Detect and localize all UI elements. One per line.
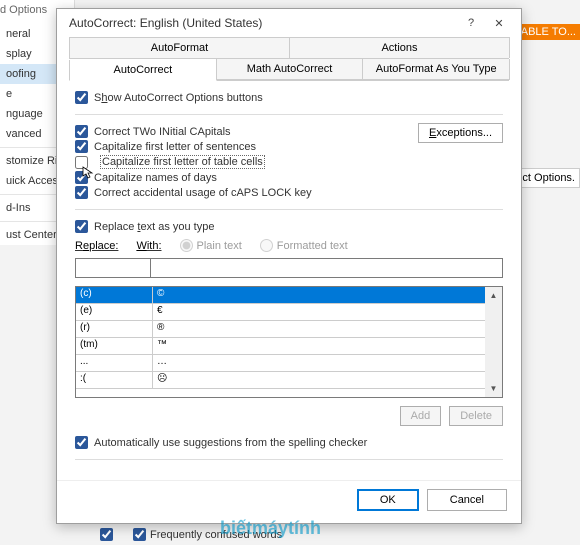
cursor-icon bbox=[82, 166, 94, 180]
dialog-content: Show AutoCorrect Options buttons Correct… bbox=[57, 81, 521, 480]
watermark: biếtmáytính bbox=[220, 518, 321, 539]
tab-autoformat[interactable]: AutoFormat bbox=[69, 37, 290, 58]
plain-text-radio[interactable]: Plain text bbox=[180, 239, 242, 252]
with-label: With: bbox=[136, 240, 161, 252]
replace-input[interactable] bbox=[75, 258, 151, 278]
dialog-buttons: OK Cancel bbox=[57, 480, 521, 523]
tab-actions[interactable]: Actions bbox=[289, 37, 510, 58]
capitalize-sentence-checkbox[interactable]: Capitalize first letter of sentences bbox=[75, 140, 312, 153]
tab-math-autocorrect[interactable]: Math AutoCorrect bbox=[216, 59, 364, 80]
help-icon[interactable]: ? bbox=[457, 12, 485, 34]
correct-two-caps-checkbox[interactable]: Correct TWo INitial CApitals bbox=[75, 125, 312, 138]
scroll-down-icon[interactable]: ▼ bbox=[485, 380, 502, 397]
list-row: :(☹ bbox=[76, 372, 485, 389]
scrollbar[interactable]: ▲ ▼ bbox=[485, 287, 502, 397]
list-row: ...… bbox=[76, 355, 485, 372]
bg-checkbox[interactable] bbox=[100, 528, 113, 541]
list-row: (r)® bbox=[76, 321, 485, 338]
autocorrect-list: (c)© (e)€ (r)® (tm)™ ...… :(☹ ▲ ▼ bbox=[75, 286, 503, 398]
autocorrect-dialog: AutoCorrect: English (United States) ? ✕… bbox=[56, 8, 522, 524]
list-row: (tm)™ bbox=[76, 338, 485, 355]
caps-lock-checkbox[interactable]: Correct accidental usage of cAPS LOCK ke… bbox=[75, 186, 312, 199]
replace-with-row: Replace: With: Plain text Formatted text bbox=[75, 239, 503, 252]
with-input[interactable] bbox=[150, 258, 503, 278]
add-button[interactable]: Add bbox=[400, 406, 442, 426]
auto-suggestions-checkbox[interactable]: Automatically use suggestions from the s… bbox=[75, 436, 503, 449]
list-row: (c)© bbox=[76, 287, 485, 304]
tab-row-upper: AutoFormat Actions bbox=[69, 37, 509, 59]
capitalize-days-checkbox[interactable]: Capitalize names of days bbox=[75, 171, 312, 184]
dialog-title: AutoCorrect: English (United States) bbox=[69, 16, 457, 30]
cancel-button[interactable]: Cancel bbox=[427, 489, 507, 511]
exceptions-button[interactable]: Exceptions... bbox=[418, 123, 503, 143]
formatted-text-radio[interactable]: Formatted text bbox=[260, 239, 348, 252]
replace-label: Replace: bbox=[75, 240, 118, 252]
delete-button[interactable]: Delete bbox=[449, 406, 503, 426]
ok-button[interactable]: OK bbox=[357, 489, 419, 511]
close-icon[interactable]: ✕ bbox=[485, 12, 513, 34]
scroll-up-icon[interactable]: ▲ bbox=[485, 287, 502, 304]
tab-autocorrect[interactable]: AutoCorrect bbox=[69, 60, 217, 81]
capitalize-table-checkbox[interactable]: Capitalize first letter of table cells bbox=[75, 155, 312, 169]
titlebar: AutoCorrect: English (United States) ? ✕ bbox=[57, 9, 521, 37]
replace-inputs bbox=[75, 258, 503, 278]
tab-row-lower: AutoCorrect Math AutoCorrect AutoFormat … bbox=[69, 59, 509, 81]
list-body[interactable]: (c)© (e)€ (r)® (tm)™ ...… :(☹ bbox=[76, 287, 485, 397]
replace-text-checkbox[interactable]: Replace text as you type bbox=[75, 220, 503, 233]
show-options-checkbox[interactable]: Show AutoCorrect Options buttons bbox=[75, 91, 503, 104]
list-row: (e)€ bbox=[76, 304, 485, 321]
tab-autoformat-type[interactable]: AutoFormat As You Type bbox=[362, 59, 510, 80]
